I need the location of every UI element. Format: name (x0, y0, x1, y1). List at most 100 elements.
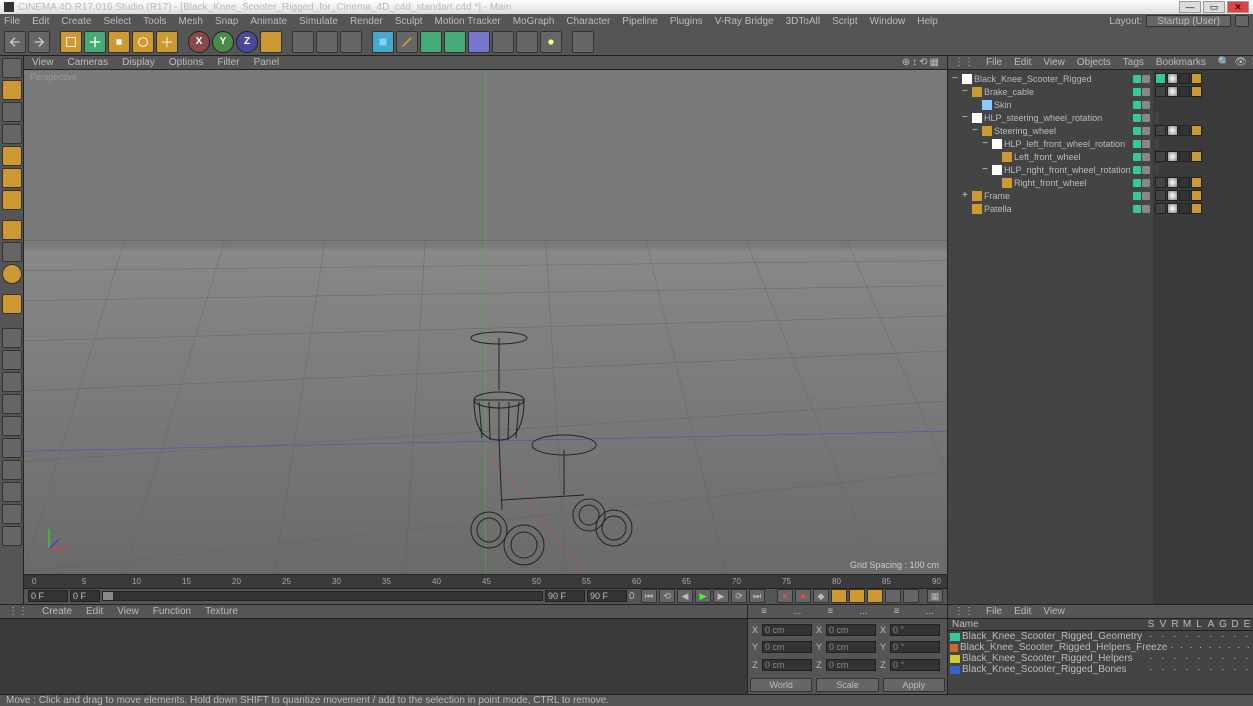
texture-mode-button[interactable] (2, 102, 22, 122)
tree-toggle[interactable]: + (962, 190, 970, 201)
tag-row[interactable] (1155, 85, 1251, 98)
tree-toggle[interactable]: − (982, 164, 990, 175)
next-frame-button[interactable]: ▶ (713, 589, 729, 603)
om-menu-bookmarks[interactable]: Bookmarks (1156, 57, 1206, 68)
tag-row[interactable] (1155, 189, 1251, 202)
palette-btn-1[interactable] (2, 328, 22, 348)
prev-frame-button[interactable]: ◀ (677, 589, 693, 603)
timeline-options-button[interactable]: ▦ (927, 589, 943, 603)
layer-flag-icon[interactable]: · (1205, 655, 1217, 663)
deformer-button[interactable] (468, 31, 490, 53)
tree-row[interactable]: − Brake_cable (948, 85, 1131, 98)
tag-row[interactable] (1155, 124, 1251, 137)
z-axis-toggle[interactable]: Z (236, 31, 258, 53)
redo-button[interactable] (28, 31, 50, 53)
layer-row[interactable]: Black_Knee_Scooter_Rigged_Bones········· (948, 664, 1253, 675)
light-button[interactable] (540, 31, 562, 53)
visibility-dots[interactable] (1131, 124, 1154, 137)
coord-apply-button[interactable]: Apply (883, 678, 945, 692)
tag-row[interactable] (1155, 111, 1251, 124)
key-param-button[interactable] (885, 589, 901, 603)
menu-file[interactable]: File (4, 16, 20, 27)
om-search-icon[interactable]: 🔍 (1218, 57, 1230, 68)
layer-flag-icon[interactable]: · (1241, 633, 1253, 641)
coord-rot-field[interactable]: 0 ° (890, 624, 940, 636)
coord-rot-field[interactable]: 0 ° (890, 659, 940, 671)
palette-btn-2[interactable] (2, 350, 22, 370)
layer-flag-icon[interactable]: · (1157, 666, 1169, 674)
menu-pipeline[interactable]: Pipeline (622, 16, 658, 27)
palette-btn-4[interactable] (2, 394, 22, 414)
coord-scale-select[interactable]: Scale (816, 678, 878, 692)
tree-row[interactable]: Skin (948, 98, 1131, 111)
coord-rot-field[interactable]: 0 ° (890, 641, 940, 653)
tree-toggle[interactable]: − (982, 138, 990, 149)
mm-menu-edit[interactable]: Edit (86, 606, 103, 617)
layer-flag-icon[interactable]: · (1169, 655, 1181, 663)
render-settings-button[interactable] (340, 31, 362, 53)
vp-nav-icon-2[interactable]: ↕ (912, 57, 917, 68)
layer-color-swatch[interactable] (950, 644, 958, 652)
coord-size-field[interactable]: 0 cm (826, 641, 876, 653)
vp-nav-icon-3[interactable]: ⟲ (919, 57, 927, 68)
environment-button[interactable] (492, 31, 514, 53)
palette-btn-6[interactable] (2, 438, 22, 458)
om-menu-objects[interactable]: Objects (1077, 57, 1111, 68)
palette-btn-10[interactable] (2, 526, 22, 546)
vp-nav-icon-4[interactable]: ▦ (930, 57, 939, 68)
render-region-button[interactable] (316, 31, 338, 53)
om-menu-file[interactable]: File (986, 57, 1002, 68)
coord-pos-field[interactable]: 0 cm (762, 641, 812, 653)
tree-row[interactable]: Left_front_wheel (948, 150, 1131, 163)
menu-window[interactable]: Window (870, 16, 906, 27)
menu-vray[interactable]: V-Ray Bridge (715, 16, 774, 27)
menu-script[interactable]: Script (832, 16, 858, 27)
tree-row[interactable]: − HLP_left_front_wheel_rotation (948, 137, 1131, 150)
edge-mode-button[interactable] (2, 168, 22, 188)
maximize-button[interactable]: ▭ (1203, 1, 1225, 13)
render-view-button[interactable] (292, 31, 314, 53)
coordinate-system-button[interactable] (260, 31, 282, 53)
palette-btn-9[interactable] (2, 504, 22, 524)
lm-menu-edit[interactable]: Edit (1014, 606, 1031, 617)
tag-row[interactable] (1155, 163, 1251, 176)
tree-toggle[interactable]: − (972, 125, 980, 136)
menu-render[interactable]: Render (350, 16, 383, 27)
layer-flag-icon[interactable]: · (1145, 666, 1157, 674)
menu-plugins[interactable]: Plugins (670, 16, 703, 27)
mm-menu-create[interactable]: Create (42, 606, 72, 617)
workplane-button[interactable] (2, 124, 22, 144)
tree-row[interactable]: − HLP_steering_wheel_rotation (948, 111, 1131, 124)
layer-flag-icon[interactable]: · (1229, 633, 1241, 641)
snap-button[interactable] (2, 264, 22, 284)
minimize-button[interactable]: — (1179, 1, 1201, 13)
layer-flag-icon[interactable]: · (1205, 633, 1217, 641)
layer-flag-icon[interactable]: · (1215, 644, 1225, 652)
coord-pos-field[interactable]: 0 cm (762, 624, 812, 636)
tree-row[interactable]: − Steering_wheel (948, 124, 1131, 137)
layer-color-swatch[interactable] (950, 655, 960, 663)
layer-flag-icon[interactable]: · (1217, 666, 1229, 674)
layer-flag-icon[interactable]: · (1169, 666, 1181, 674)
layer-flag-icon[interactable]: · (1167, 644, 1177, 652)
axis-mode-button[interactable] (2, 220, 22, 240)
layer-flag-icon[interactable]: · (1217, 633, 1229, 641)
visibility-dots[interactable] (1131, 72, 1154, 85)
menu-3dtoall[interactable]: 3DToAll (786, 16, 820, 27)
layer-flag-icon[interactable]: · (1243, 644, 1253, 652)
tree-row[interactable]: + Frame (948, 189, 1131, 202)
tag-row[interactable] (1155, 137, 1251, 150)
layer-flag-icon[interactable]: · (1224, 644, 1234, 652)
prev-key-button[interactable]: ⟲ (659, 589, 675, 603)
key-rot-button[interactable] (867, 589, 883, 603)
menu-create[interactable]: Create (61, 16, 91, 27)
tag-row[interactable] (1155, 98, 1251, 111)
tree-toggle[interactable]: − (962, 86, 970, 97)
mm-menu-view[interactable]: View (117, 606, 139, 617)
layer-flag-icon[interactable]: · (1181, 666, 1193, 674)
visibility-dots[interactable] (1131, 111, 1154, 124)
menu-simulate[interactable]: Simulate (299, 16, 338, 27)
menu-help[interactable]: Help (917, 16, 938, 27)
tree-toggle[interactable]: − (962, 112, 970, 123)
lm-menu-view[interactable]: View (1043, 606, 1065, 617)
